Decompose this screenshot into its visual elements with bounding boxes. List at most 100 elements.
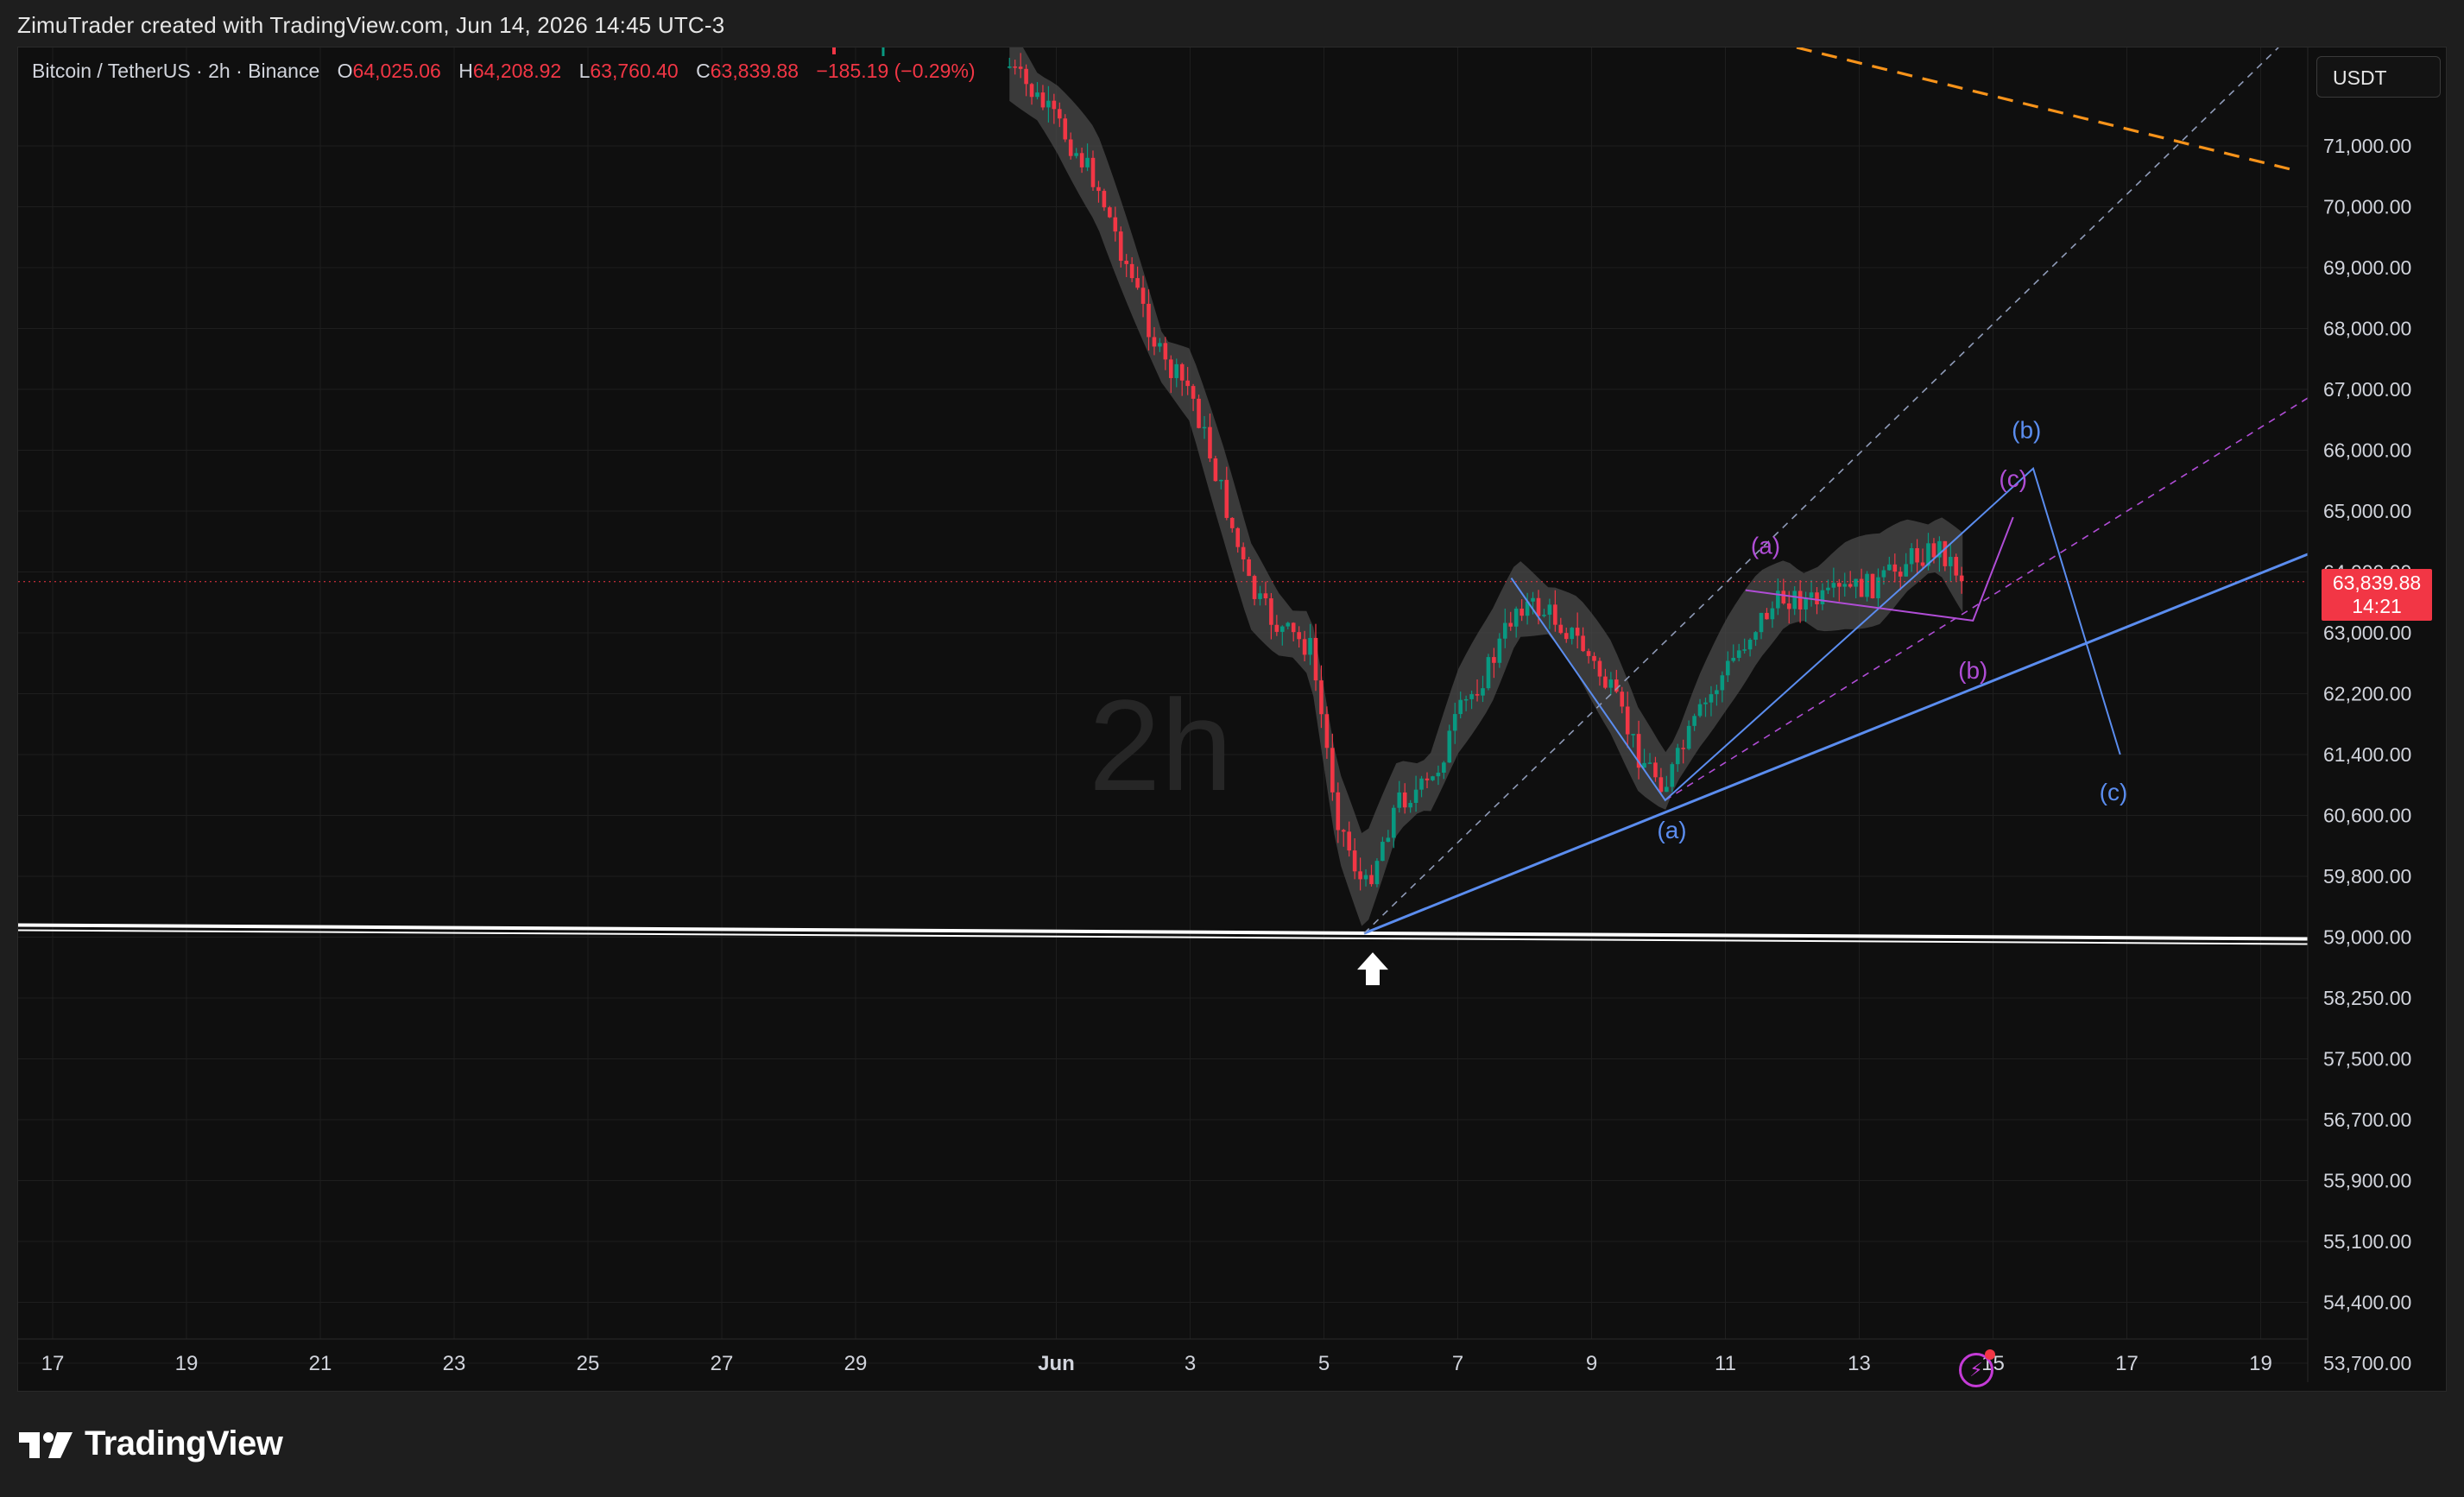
tradingview-logo-icon [19, 1431, 73, 1458]
candle-body [1469, 694, 1474, 699]
candle-body [1564, 633, 1569, 640]
candle-body [1670, 764, 1675, 787]
candle-body [1380, 842, 1385, 862]
candle-body [1753, 632, 1758, 640]
price-axis-label: 66,000.00 [2323, 439, 2411, 462]
brand-name: TradingView [85, 1424, 283, 1462]
parallel-channel-upper [1363, 47, 2279, 934]
price-axis-label: 55,100.00 [2323, 1230, 2411, 1253]
candle-body [1887, 564, 1892, 571]
candle-body [1090, 157, 1096, 187]
time-axis-label: 29 [844, 1352, 868, 1375]
candle-body [1252, 576, 1257, 599]
wave-label-blue: (c) [2100, 779, 2128, 805]
candle-body [1085, 157, 1090, 167]
candle-body [1658, 777, 1664, 793]
candle-body [1581, 635, 1585, 652]
time-axis-label: 19 [2249, 1352, 2272, 1375]
candle-body [1608, 679, 1614, 688]
candle-body [1113, 217, 1118, 232]
symbol-name: Bitcoin / TetherUS · 2h · Binance [32, 60, 320, 82]
candle-body [1213, 458, 1218, 482]
candle-body [1007, 66, 1012, 68]
price-axis-label: 60,600.00 [2323, 805, 2411, 827]
candle-body [1915, 547, 1919, 563]
candle-body [1715, 690, 1719, 695]
candle-body [1152, 337, 1157, 347]
bar-countdown: 14:21 [2352, 595, 2402, 617]
candle-body [1625, 706, 1630, 735]
candle-body [1558, 624, 1564, 634]
candle-body [1140, 287, 1146, 304]
price-axis-label: 68,000.00 [2323, 318, 2411, 340]
candle-body [1776, 591, 1780, 609]
candle-body [1197, 398, 1201, 428]
time-axis-label: 25 [577, 1352, 600, 1375]
candle-body [1463, 698, 1469, 701]
candle-body [1352, 850, 1357, 872]
candle-body [1876, 577, 1880, 598]
timeframe-watermark: 2h [1089, 673, 1233, 818]
candle-body [1419, 778, 1424, 790]
candle-body [1481, 688, 1485, 696]
candle-body [1397, 792, 1402, 808]
change-value: −185.19 (−0.29%) [816, 60, 976, 82]
candle-body [1943, 540, 1948, 566]
price-axis-label: 67,000.00 [2323, 378, 2411, 401]
candle-body [1508, 622, 1513, 627]
tradingview-logo[interactable]: TradingView [19, 1424, 283, 1463]
candle-body [1475, 694, 1480, 696]
candle-body [1904, 564, 1908, 577]
time-axis-label: 9 [1586, 1352, 1597, 1375]
price-axis-label: 56,700.00 [2323, 1109, 2411, 1131]
symbol-legend: Bitcoin / TetherUS · 2h · Binance O64,02… [32, 60, 976, 83]
candle-body [1519, 608, 1524, 616]
candle-body [1269, 598, 1273, 625]
candle-body [1909, 547, 1914, 565]
candle-body [1797, 591, 1803, 610]
resistance-line [1796, 47, 2298, 173]
candle-body [1842, 584, 1848, 587]
price-axis-label: 54,400.00 [2323, 1292, 2411, 1314]
candle-body [1720, 675, 1725, 691]
candle-body [1074, 153, 1078, 156]
low-value: 63,760.40 [590, 60, 679, 82]
candle-body [1413, 789, 1418, 804]
candle-body [1697, 704, 1703, 717]
candle-body [1547, 604, 1552, 616]
candle-body [1747, 639, 1753, 650]
candle-body [1726, 660, 1730, 676]
time-axis-label: Jun [1038, 1352, 1075, 1375]
candle-body [1497, 638, 1502, 663]
candle-body [1452, 714, 1457, 731]
candle-body [1408, 803, 1412, 808]
candle-body [1024, 68, 1028, 85]
candle-body [1770, 608, 1775, 620]
wave-label-blue: (a) [1657, 817, 1686, 843]
time-axis-label: 3 [1185, 1352, 1196, 1375]
low-label: L [578, 60, 591, 82]
open-label: O [337, 60, 353, 82]
candle-body [1854, 578, 1858, 587]
candle-body [1442, 762, 1446, 774]
candle-body [1135, 278, 1140, 288]
time-axis-label: 13 [1848, 1352, 1871, 1375]
chart-attribution: ZimuTrader created with TradingView.com,… [17, 12, 725, 38]
candle-body [1046, 100, 1051, 108]
price-axis-label: 57,500.00 [2323, 1048, 2411, 1071]
chart-frame[interactable]: 2h (b) (c) (a) (a) (b) (c) 71,000.00 70,000.00 69… [17, 47, 2447, 1392]
price-axis-label: 69,000.00 [2323, 256, 2411, 279]
currency-button[interactable]: USDT [2316, 56, 2441, 98]
price-chart[interactable]: 2h (b) (c) (a) (a) (b) (c) 71,000.00 70,000.00 69… [18, 47, 2446, 1391]
candle-body [1347, 831, 1351, 851]
candle-body [1308, 637, 1312, 655]
candle-body [1052, 100, 1057, 110]
candle-body [1079, 153, 1084, 167]
candle-body [1870, 573, 1875, 598]
candle-body [1324, 714, 1330, 748]
candle-body [1174, 363, 1179, 378]
candle-body [1831, 583, 1836, 588]
candle-body [1392, 807, 1396, 838]
candle-body [1096, 186, 1101, 192]
candle-body [1631, 734, 1635, 736]
